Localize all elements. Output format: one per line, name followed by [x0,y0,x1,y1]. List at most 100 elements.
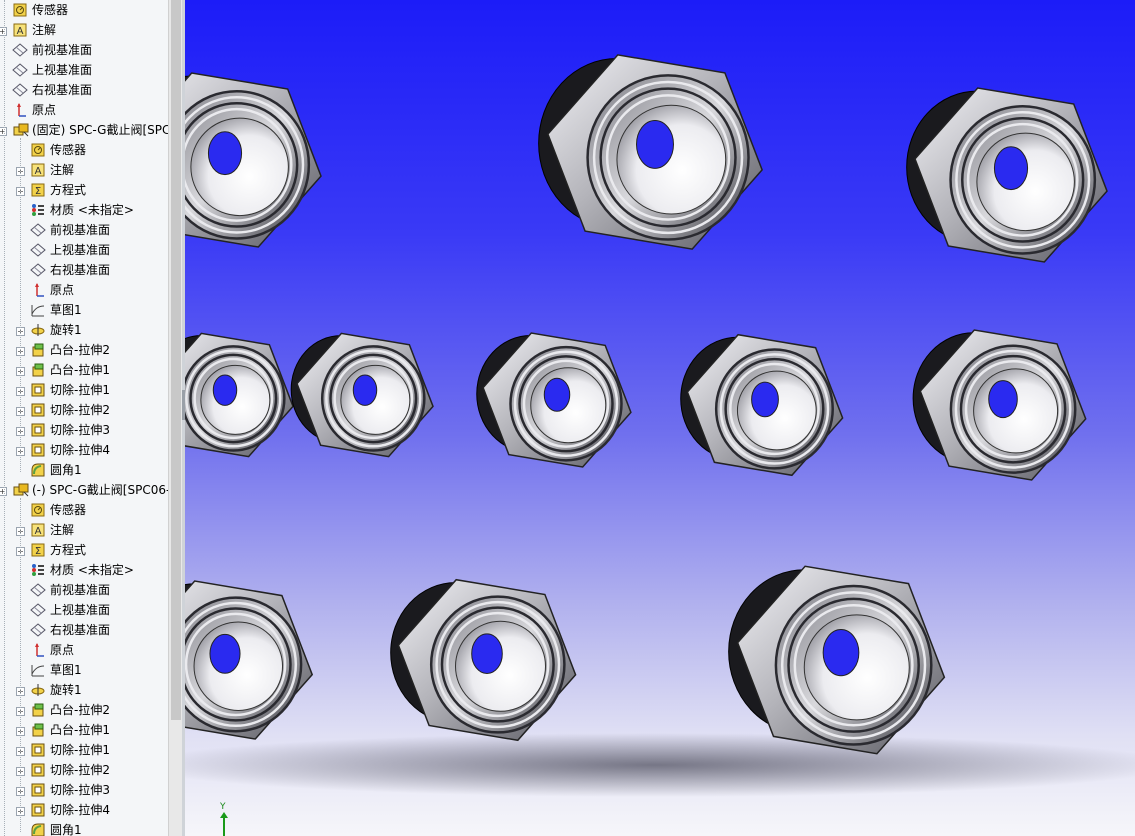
tree-item-label: 圆角1 [50,823,82,836]
ground-shadow [185,733,1135,797]
tree-feature-item[interactable]: + 旋转1 [0,320,168,340]
tree-item-label: 上视基准面 [32,63,93,77]
tree-feature-item[interactable]: + A 注解 [0,520,168,540]
tree-scrollbar[interactable] [168,0,183,836]
tree-feature-item[interactable]: 传感器 [0,500,168,520]
hex-fitting-part[interactable] [538,54,763,250]
tree-item[interactable]: 前视基准面 [0,40,168,60]
tree-feature-item[interactable]: 原点 [0,640,168,660]
tree-feature-item[interactable]: 草图1 [0,300,168,320]
tree-feature-item[interactable]: + 切除-拉伸3 [0,780,168,800]
hex-fitting-part[interactable] [680,333,844,477]
component-icon [12,482,29,498]
tree-feature-item[interactable]: + 切除-拉伸3 [0,420,168,440]
tree-feature-item[interactable]: + 切除-拉伸4 [0,440,168,460]
revolve-icon [30,322,46,338]
tree-item[interactable]: 原点 [0,100,168,120]
tree-feature-item[interactable]: 圆角1 [0,820,168,836]
hex-fitting-part[interactable] [290,332,434,458]
tree-feature-item[interactable]: + 切除-拉伸4 [0,800,168,820]
plane-icon [30,262,46,278]
svg-text:A: A [35,526,42,537]
tree-feature-item[interactable]: 材质 <未指定> [0,200,168,220]
triad-arrow-icon [220,812,228,818]
tree-item-label: 切除-拉伸3 [50,423,110,437]
tree-feature-item[interactable]: + A 注解 [0,160,168,180]
tree-feature-item[interactable]: + 旋转1 [0,680,168,700]
tree-feature-item[interactable]: + 凸台-拉伸2 [0,700,168,720]
tree-item-label: 上视基准面 [50,603,111,617]
tree-item-label: 切除-拉伸3 [50,783,110,797]
boss-extrude-icon [30,722,46,738]
graphics-viewport[interactable]: Y [185,0,1135,836]
tree-item-label: 方程式 [50,543,87,557]
tree-item-label: 注解 [50,523,75,537]
tree-item-label: 圆角1 [50,463,82,477]
annotation-icon: A [12,22,28,38]
origin-icon [30,282,46,298]
hex-fitting-part[interactable] [185,580,314,740]
cut-extrude-icon [30,802,46,818]
tree-feature-item[interactable]: + 切除-拉伸2 [0,760,168,780]
tree-feature-item[interactable]: + 凸台-拉伸2 [0,340,168,360]
tree-feature-item[interactable]: 前视基准面 [0,580,168,600]
tree-item-label: 草图1 [50,663,82,677]
tree-item-label: 切除-拉伸1 [50,743,110,757]
hex-fitting-part[interactable] [476,332,632,468]
tree-feature-item[interactable]: + Σ 方程式 [0,540,168,560]
hex-fitting-part[interactable] [912,329,1087,481]
tree-feature-item[interactable]: 上视基准面 [0,600,168,620]
tree-item[interactable]: 右视基准面 [0,80,168,100]
origin-icon [30,642,46,658]
tree-feature-item[interactable]: + 切除-拉伸1 [0,380,168,400]
tree-feature-item[interactable]: 圆角1 [0,460,168,480]
tree-item-label: 切除-拉伸4 [50,803,110,817]
tree-item-label: 材质 <未指定> [50,203,134,217]
tree-feature-item[interactable]: + 切除-拉伸2 [0,400,168,420]
tree-feature-item[interactable]: 上视基准面 [0,240,168,260]
tree-item-label: 草图1 [50,303,82,317]
plane-icon [30,622,46,638]
feature-manager-tree[interactable]: 传感器 + A 注解 前视基准面 上视基准面 右视基准面 原点 + (固定) SPC-G截止阀[S… [0,0,168,836]
tree-feature-item[interactable]: + 凸台-拉伸1 [0,720,168,740]
tree-feature-item[interactable]: + 凸台-拉伸1 [0,360,168,380]
sensor-icon [30,142,46,158]
tree-item-label: 注解 [32,23,57,37]
hex-fitting-part[interactable] [906,87,1108,263]
tree-feature-item[interactable]: 传感器 [0,140,168,160]
tree-feature-item[interactable]: 右视基准面 [0,260,168,280]
tree-feature-item[interactable]: 原点 [0,280,168,300]
tree-feature-item[interactable]: 材质 <未指定> [0,560,168,580]
tree-item-label: 右视基准面 [50,623,111,637]
tree-item-label: 前视基准面 [50,583,111,597]
tree-item-label: 凸台-拉伸2 [50,703,110,717]
plane-icon [30,582,46,598]
hex-fitting-part[interactable] [728,565,946,755]
tree-feature-item[interactable]: 前视基准面 [0,220,168,240]
tree-item[interactable]: + A 注解 [0,20,168,40]
scrollbar-thumb[interactable] [171,0,181,720]
tree-item[interactable]: 传感器 [0,0,168,20]
tree-item-label: 材质 <未指定> [50,563,134,577]
tree-component[interactable]: + (-) SPC-G截止阀[SPC06- [0,480,168,500]
hex-fitting-part[interactable] [185,332,294,458]
tree-feature-item[interactable]: + 切除-拉伸1 [0,740,168,760]
hex-fitting-part[interactable] [390,578,577,742]
tree-item-label: 传感器 [32,3,69,17]
tree-component[interactable]: + (固定) SPC-G截止阀[SPC [0,120,168,140]
tree-item[interactable]: 上视基准面 [0,60,168,80]
tree-item-label: 传感器 [50,143,87,157]
tree-item-label: 右视基准面 [32,83,93,97]
tree-feature-item[interactable]: 右视基准面 [0,620,168,640]
tree-item-label: 原点 [32,103,57,117]
cut-extrude-icon [30,742,46,758]
plane-icon [12,82,28,98]
cut-extrude-icon [30,422,46,438]
tree-item-label: 原点 [50,283,75,297]
tree-connector-line [20,138,21,472]
tree-feature-item[interactable]: 草图1 [0,660,168,680]
tree-feature-item[interactable]: + Σ 方程式 [0,180,168,200]
tree-item-label: (固定) SPC-G截止阀[SPC [32,123,168,137]
hex-fitting-part[interactable] [185,72,322,248]
revolve-icon [30,682,46,698]
